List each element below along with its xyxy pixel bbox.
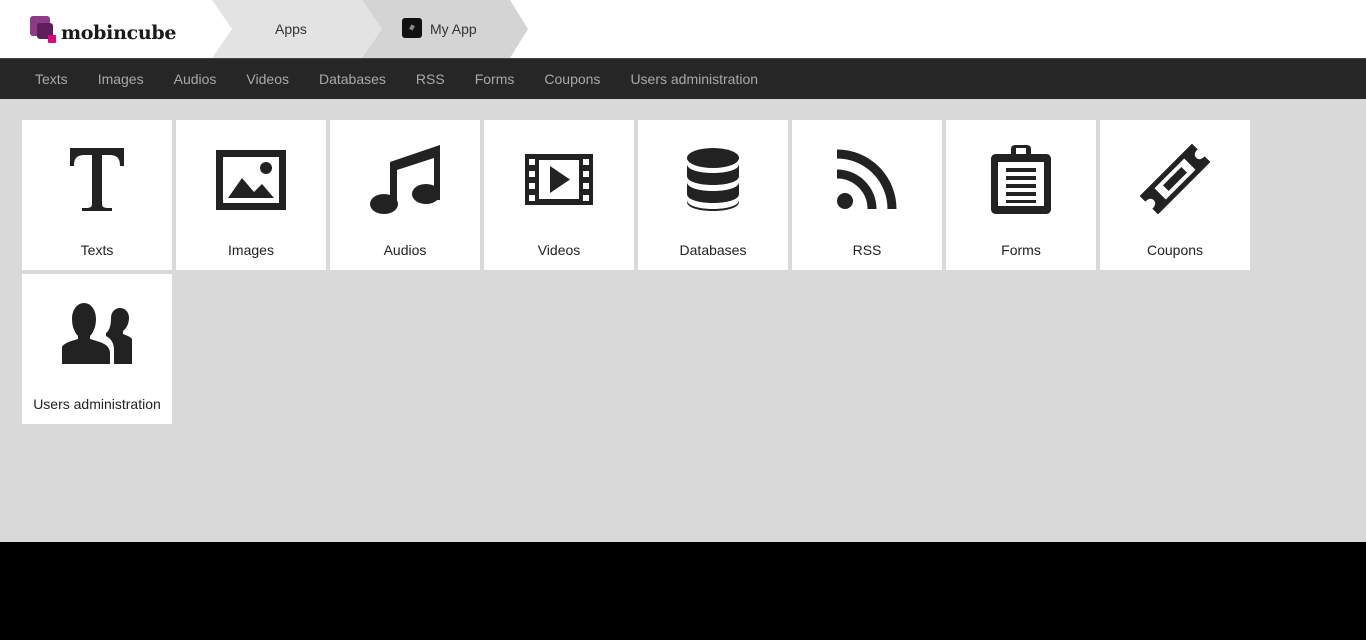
logo-text: mobincube xyxy=(61,22,177,44)
header: mobincube Apps My App xyxy=(0,0,1366,58)
black-bottom-area xyxy=(0,542,1366,640)
main-nav: Texts Images Audios Videos Databases RSS… xyxy=(0,58,1366,99)
tile-databases[interactable]: Databases xyxy=(638,120,788,270)
tile-users-administration[interactable]: Users administration xyxy=(22,274,172,424)
breadcrumb-apps[interactable]: Apps xyxy=(212,0,382,58)
tile-label: Audios xyxy=(383,242,427,258)
image-icon xyxy=(216,150,286,210)
text-icon xyxy=(70,148,124,211)
tile-label: Coupons xyxy=(1146,242,1204,258)
nav-item-rss[interactable]: RSS xyxy=(401,59,460,99)
logo[interactable]: mobincube xyxy=(30,14,176,44)
nav-item-forms[interactable]: Forms xyxy=(460,59,530,99)
tile-label: Databases xyxy=(679,242,747,258)
tile-coupons[interactable]: Coupons xyxy=(1100,120,1250,270)
logo-mark-icon xyxy=(30,16,58,44)
tile-audios[interactable]: Audios xyxy=(330,120,480,270)
app-root: mobincube Apps My App Texts Images Audio… xyxy=(0,0,1366,542)
film-icon xyxy=(525,154,593,205)
tile-label: Forms xyxy=(1001,242,1041,258)
users-icon xyxy=(62,303,132,364)
breadcrumb-my-app-label: My App xyxy=(430,21,477,37)
rss-icon xyxy=(836,149,897,210)
tile-label: Videos xyxy=(537,242,581,258)
music-note-icon xyxy=(370,145,440,214)
database-icon xyxy=(687,148,739,211)
tile-forms[interactable]: Forms xyxy=(946,120,1096,270)
tile-label: Images xyxy=(228,242,274,258)
nav-item-users-administration[interactable]: Users administration xyxy=(615,59,773,99)
ticket-icon xyxy=(1140,144,1210,214)
breadcrumb-my-app[interactable]: My App xyxy=(362,0,532,58)
clipboard-icon xyxy=(991,145,1051,214)
tile-videos[interactable]: Videos xyxy=(484,120,634,270)
nav-item-videos[interactable]: Videos xyxy=(231,59,304,99)
nav-item-texts[interactable]: Texts xyxy=(20,59,83,99)
tile-texts[interactable]: Texts xyxy=(22,120,172,270)
app-icon xyxy=(402,18,422,38)
tile-images[interactable]: Images xyxy=(176,120,326,270)
nav-item-databases[interactable]: Databases xyxy=(304,59,401,99)
tile-label: Texts xyxy=(80,242,114,258)
tile-label: RSS xyxy=(852,242,882,258)
nav-item-coupons[interactable]: Coupons xyxy=(529,59,615,99)
tile-label: Users administration xyxy=(33,396,161,412)
nav-item-audios[interactable]: Audios xyxy=(159,59,232,99)
nav-item-images[interactable]: Images xyxy=(83,59,159,99)
tile-rss[interactable]: RSS xyxy=(792,120,942,270)
breadcrumb-apps-label: Apps xyxy=(275,21,307,37)
